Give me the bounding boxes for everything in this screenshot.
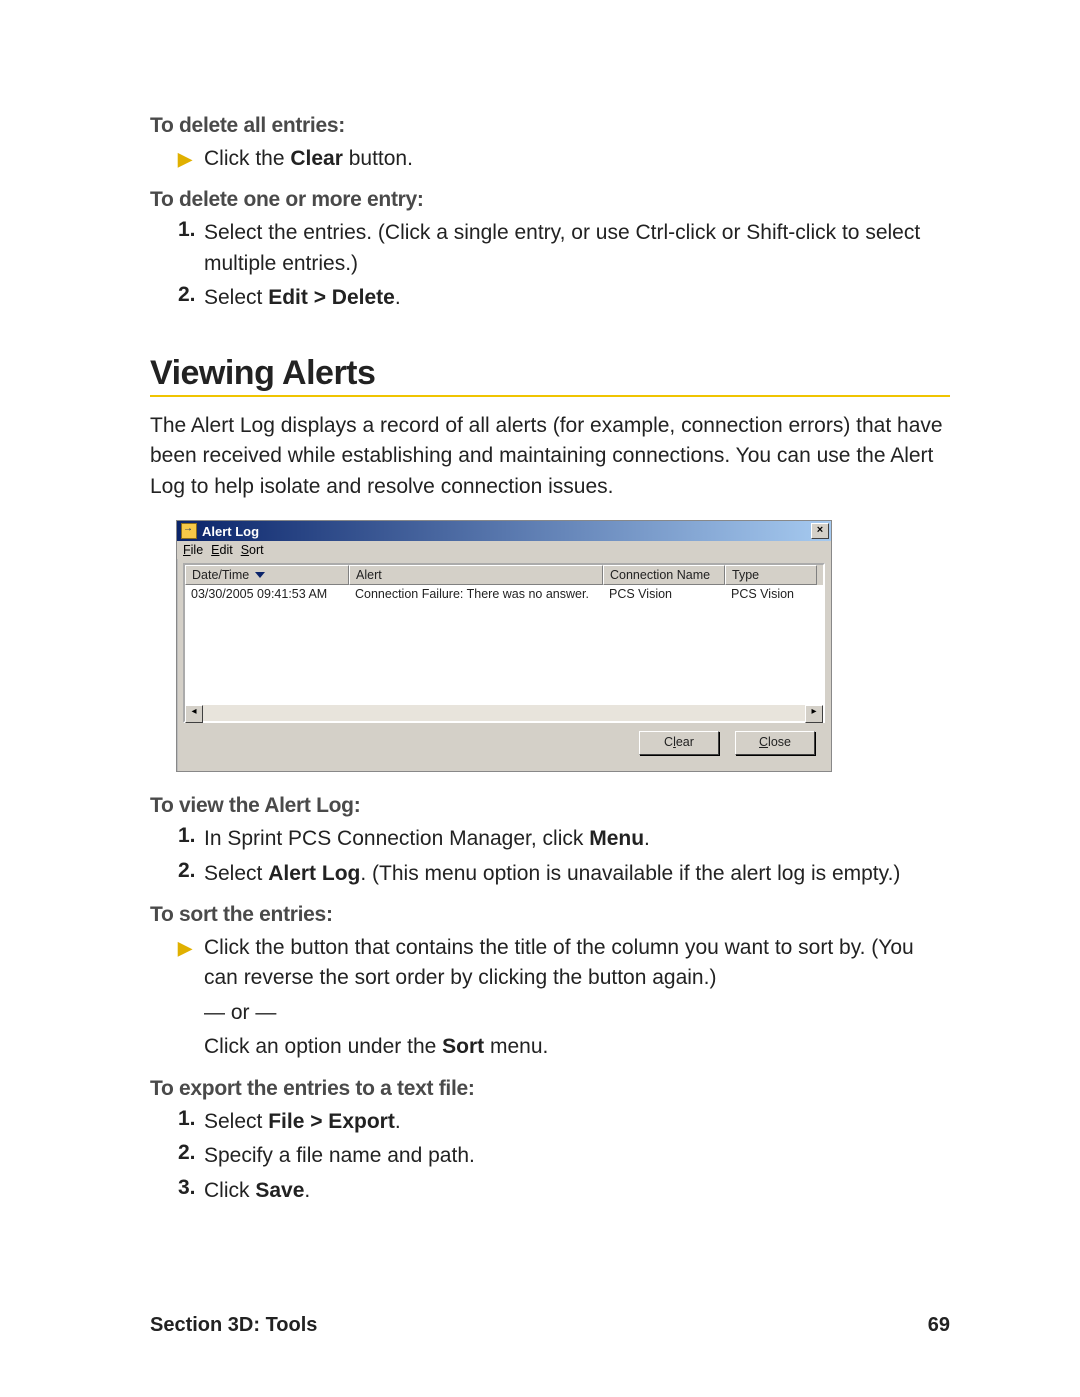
heading-delete-one: To delete one or more entry:: [150, 188, 950, 212]
button-row: Clear Close: [183, 723, 825, 765]
table-row[interactable]: 03/30/2005 09:41:53 AM Connection Failur…: [185, 585, 823, 603]
heading-delete-all: To delete all entries:: [150, 114, 950, 138]
list-item: 1. Select the entries. (Click a single e…: [178, 218, 950, 279]
column-header-type[interactable]: Type: [725, 565, 817, 585]
step-text: Click the Clear button.: [204, 144, 413, 174]
bold-text: Save: [255, 1179, 304, 1202]
sort-desc-icon: [255, 572, 265, 578]
text: Select: [204, 862, 268, 885]
page: To delete all entries: ▶ Click the Clear…: [0, 0, 1080, 1397]
menu-file[interactable]: File: [183, 543, 203, 557]
app-icon: [181, 523, 197, 539]
list-item: 1. Select File > Export.: [178, 1107, 950, 1137]
text: .: [304, 1179, 310, 1202]
triangle-bullet-icon: ▶: [178, 144, 204, 172]
list-item: ▶ Click the Clear button.: [178, 144, 950, 174]
cell-connection: PCS Vision: [603, 587, 725, 601]
list-item: 2. Specify a file name and path.: [178, 1141, 950, 1171]
step-number: 1.: [178, 1107, 204, 1131]
cell-type: PCS Vision: [725, 587, 817, 601]
scroll-left-icon[interactable]: ◂: [185, 705, 203, 723]
alert-log-window: Alert Log × File Edit Sort Date/Time Ale…: [176, 520, 832, 772]
step-text: In Sprint PCS Connection Manager, click …: [204, 824, 650, 854]
window-client: Date/Time Alert Connection Name Type 03/…: [183, 563, 825, 765]
text: Click the: [204, 147, 290, 170]
text: .: [395, 286, 401, 309]
list-item: 2. Select Edit > Delete.: [178, 283, 950, 313]
step-number: 2.: [178, 1141, 204, 1165]
text: Select: [204, 1110, 268, 1133]
bold-text: Alert Log: [268, 862, 360, 885]
close-button[interactable]: Close: [735, 731, 815, 755]
close-icon[interactable]: ×: [811, 523, 829, 539]
cell-alert: Connection Failure: There was no answer.: [349, 587, 603, 601]
step-text: Select File > Export.: [204, 1107, 401, 1137]
heading-view-alert-log: To view the Alert Log:: [150, 794, 950, 818]
heading-export-entries: To export the entries to a text file:: [150, 1077, 950, 1101]
window-title: Alert Log: [202, 524, 259, 539]
scroll-track[interactable]: [203, 705, 805, 721]
text: Click an option under the: [204, 1035, 442, 1058]
list-item: Click an option under the Sort menu.: [178, 1032, 950, 1062]
footer-section: Section 3D: Tools: [150, 1314, 317, 1337]
step-number: 1.: [178, 824, 204, 848]
listview-body[interactable]: 03/30/2005 09:41:53 AM Connection Failur…: [185, 585, 823, 705]
step-text: Select Alert Log. (This menu option is u…: [204, 859, 900, 889]
step-text: Select Edit > Delete.: [204, 283, 401, 313]
step-number: 1.: [178, 218, 204, 242]
text: .: [395, 1110, 401, 1133]
step-text: Click an option under the Sort menu.: [204, 1032, 548, 1062]
text: Click: [204, 1179, 255, 1202]
text: .: [644, 827, 650, 850]
column-header-alert[interactable]: Alert: [349, 565, 603, 585]
text: Select: [204, 286, 268, 309]
horizontal-scrollbar[interactable]: ◂ ▸: [185, 705, 823, 721]
cell-datetime: 03/30/2005 09:41:53 AM: [185, 587, 349, 601]
heading-sort-entries: To sort the entries:: [150, 903, 950, 927]
step-text: Select the entries. (Click a single entr…: [204, 218, 950, 279]
text: In Sprint PCS Connection Manager, click: [204, 827, 589, 850]
list-item: 3. Click Save.: [178, 1176, 950, 1206]
text: button.: [343, 147, 413, 170]
titlebar: Alert Log ×: [177, 521, 831, 541]
column-header-connection[interactable]: Connection Name: [603, 565, 725, 585]
column-header-datetime[interactable]: Date/Time: [185, 565, 349, 585]
bold-text: File > Export: [268, 1110, 395, 1133]
page-number: 69: [928, 1314, 950, 1337]
list-item: 1. In Sprint PCS Connection Manager, cli…: [178, 824, 950, 854]
bold-text: Sort: [442, 1035, 484, 1058]
divider: [150, 395, 950, 397]
page-footer: Section 3D: Tools 69: [150, 1314, 950, 1337]
list-item: ▶ Click the button that contains the tit…: [178, 933, 950, 994]
step-text: Specify a file name and path.: [204, 1141, 475, 1171]
menubar: File Edit Sort: [177, 541, 831, 559]
intro-paragraph: The Alert Log displays a record of all a…: [150, 411, 950, 502]
step-number: 2.: [178, 283, 204, 307]
listview: Date/Time Alert Connection Name Type 03/…: [183, 563, 825, 723]
clear-button[interactable]: Clear: [639, 731, 719, 755]
section-title: Viewing Alerts: [150, 354, 950, 393]
step-text: Click Save.: [204, 1176, 310, 1206]
bold-text: Menu: [589, 827, 644, 850]
triangle-bullet-icon: ▶: [178, 933, 204, 961]
menu-edit[interactable]: Edit: [211, 543, 233, 557]
bold-text: Edit > Delete: [268, 286, 395, 309]
step-number: 2.: [178, 859, 204, 883]
list-item: — or —: [178, 998, 950, 1028]
scroll-right-icon[interactable]: ▸: [805, 705, 823, 723]
step-text: Click the button that contains the title…: [204, 933, 950, 994]
menu-sort[interactable]: Sort: [241, 543, 264, 557]
or-text: — or —: [204, 998, 276, 1028]
listview-header: Date/Time Alert Connection Name Type: [185, 565, 823, 585]
column-label: Date/Time: [192, 568, 249, 582]
text: . (This menu option is unavailable if th…: [360, 862, 900, 885]
list-item: 2. Select Alert Log. (This menu option i…: [178, 859, 950, 889]
bold-text: Clear: [290, 147, 343, 170]
text: menu.: [484, 1035, 548, 1058]
step-number: 3.: [178, 1176, 204, 1200]
